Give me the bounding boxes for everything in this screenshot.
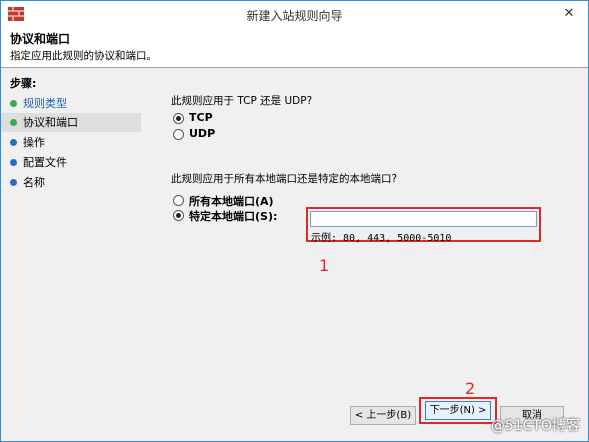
window-title: 新建入站规则向导 bbox=[246, 9, 343, 23]
radio-all-ports[interactable] bbox=[173, 195, 184, 206]
steps-sidebar: 步骤: 规则类型 协议和端口 操作 配置文件 名称 bbox=[1, 68, 141, 406]
page-title: 协议和端口 bbox=[10, 32, 71, 46]
port-hint: 示例: 80, 443, 5000-5010 bbox=[311, 233, 452, 244]
highlight-box-ports: 示例: 80, 443, 5000-5010 bbox=[306, 207, 541, 244]
main-panel: 此规则应用于 TCP 还是 UDP? TCP UDP 此规则应用于所有本地端口还… bbox=[141, 68, 588, 406]
protocol-question: 此规则应用于 TCP 还是 UDP? bbox=[171, 95, 313, 107]
annotation-2: 2 bbox=[465, 379, 476, 398]
next-button[interactable]: 下一步(N) > bbox=[425, 401, 491, 420]
sidebar-item-rule-type[interactable]: 规则类型 bbox=[1, 94, 141, 113]
page-header: 协议和端口 指定应用此规则的协议和端口。 bbox=[1, 28, 588, 66]
page-subtitle: 指定应用此规则的协议和端口。 bbox=[10, 50, 157, 62]
radio-tcp-label[interactable]: TCP bbox=[189, 111, 213, 124]
sidebar-item-protocol-ports[interactable]: 协议和端口 bbox=[1, 113, 141, 132]
step-pending-icon bbox=[10, 179, 17, 186]
title-bar[interactable]: 新建入站规则向导 ✕ bbox=[1, 1, 588, 28]
radio-all-ports-label[interactable]: 所有本地端口(A) bbox=[189, 193, 274, 209]
radio-tcp[interactable] bbox=[173, 113, 184, 124]
ports-question: 此规则应用于所有本地端口还是特定的本地端口? bbox=[171, 173, 398, 185]
radio-udp[interactable] bbox=[173, 129, 184, 140]
port-input[interactable] bbox=[310, 211, 537, 227]
radio-udp-label[interactable]: UDP bbox=[189, 127, 215, 140]
radio-specific-ports-label[interactable]: 特定本地端口(S): bbox=[189, 208, 277, 224]
steps-heading: 步骤: bbox=[10, 77, 37, 90]
step-current-icon bbox=[10, 119, 17, 126]
highlight-box-next: 下一步(N) > bbox=[419, 397, 497, 424]
step-pending-icon bbox=[10, 159, 17, 166]
sidebar-item-label: 名称 bbox=[23, 176, 45, 189]
sidebar-item-label: 配置文件 bbox=[23, 156, 67, 169]
sidebar-item-name[interactable]: 名称 bbox=[1, 173, 141, 192]
sidebar-item-label: 操作 bbox=[23, 136, 45, 149]
back-button[interactable]: < 上一步(B) bbox=[350, 406, 416, 425]
step-pending-icon bbox=[10, 139, 17, 146]
close-button[interactable]: ✕ bbox=[556, 4, 582, 24]
sidebar-item-label: 协议和端口 bbox=[23, 116, 78, 129]
watermark: @51CTO博客 bbox=[490, 418, 580, 434]
sidebar-item-profile[interactable]: 配置文件 bbox=[1, 153, 141, 172]
step-done-icon bbox=[10, 100, 17, 107]
sidebar-item-action[interactable]: 操作 bbox=[1, 133, 141, 152]
sidebar-item-label: 规则类型 bbox=[23, 97, 67, 110]
annotation-1: 1 bbox=[319, 256, 330, 275]
close-icon: ✕ bbox=[563, 6, 575, 21]
radio-specific-ports[interactable] bbox=[173, 210, 184, 221]
wizard-window: 新建入站规则向导 ✕ 协议和端口 指定应用此规则的协议和端口。 步骤: 规则类型… bbox=[0, 0, 589, 442]
